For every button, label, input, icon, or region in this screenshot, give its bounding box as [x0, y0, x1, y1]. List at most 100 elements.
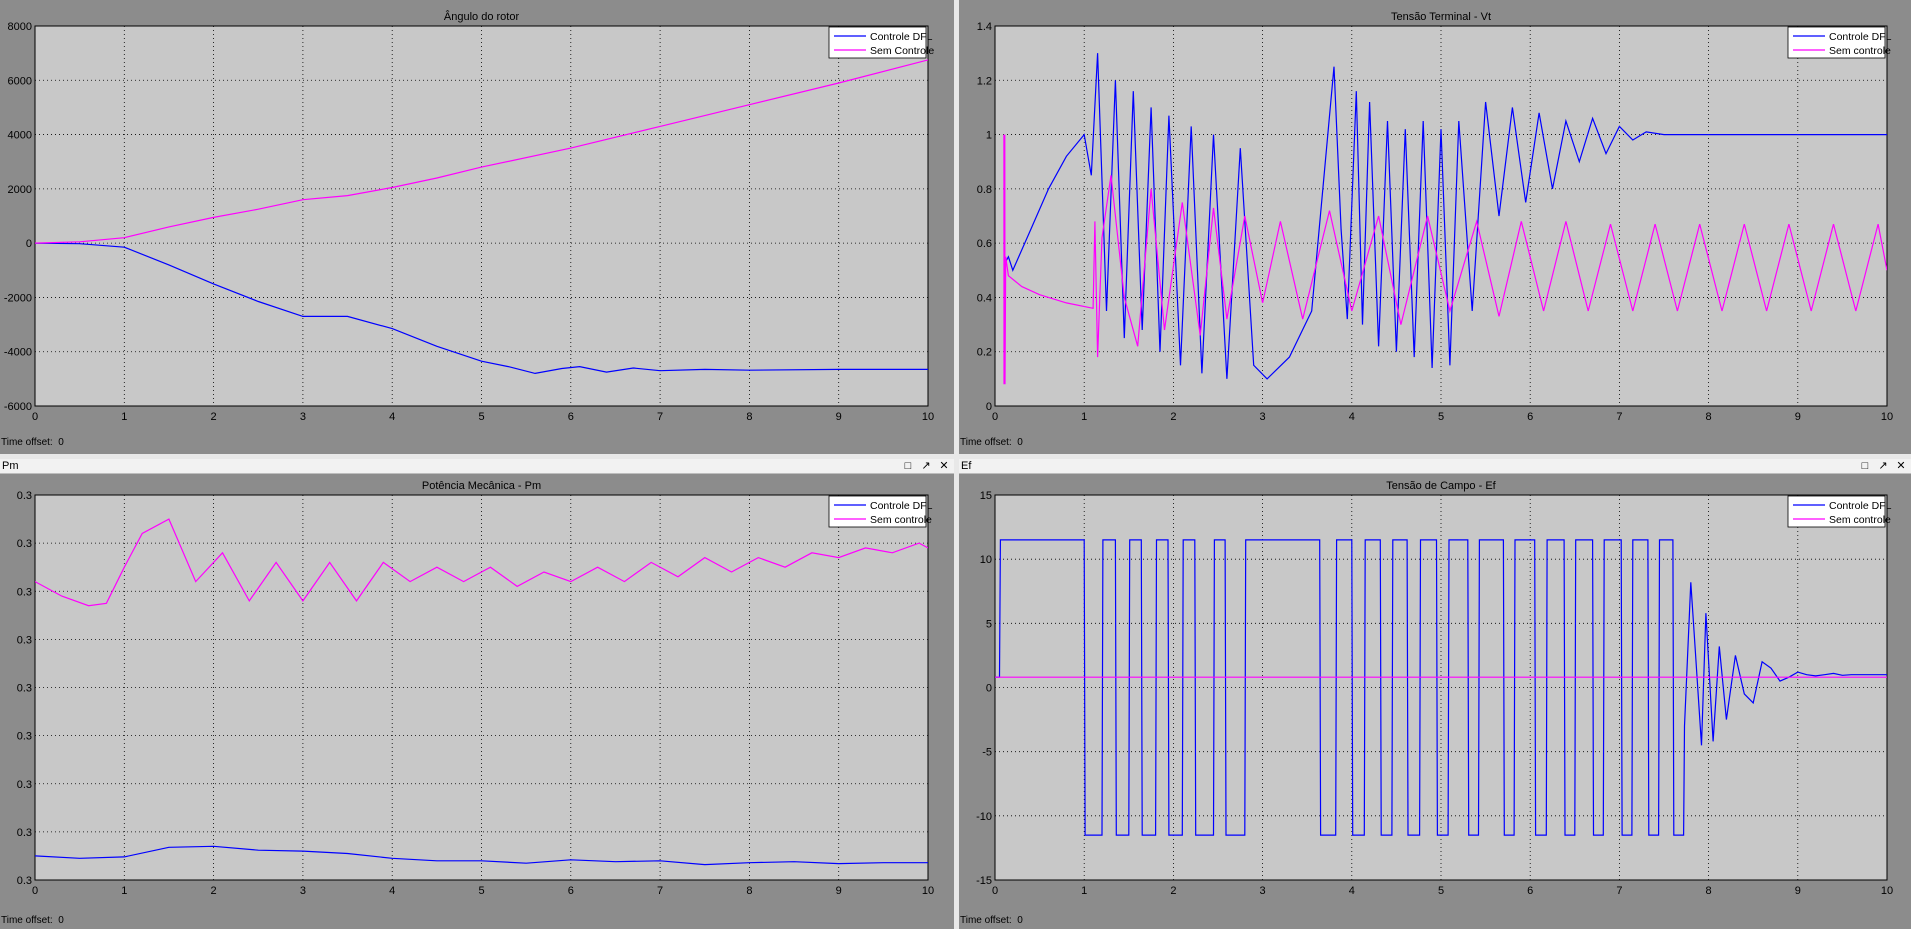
- x-tick-label: 4: [1349, 411, 1355, 423]
- window-titlebar: Ef □ ↗ ✕: [959, 459, 1911, 474]
- x-tick-label: 5: [478, 411, 484, 423]
- x-tick-label: 2: [1170, 411, 1176, 423]
- legend-label: Controle DFL: [870, 31, 933, 43]
- y-tick-label: 0.8: [977, 184, 992, 196]
- legend-label: Controle DFL: [1829, 31, 1892, 43]
- legend: Controle DFL Sem Controle: [828, 26, 934, 59]
- x-tick-label: 8: [1706, 411, 1712, 423]
- scope-window-pm: Pm □ ↗ ✕ Potência Mecânica - Pm 0 1 2 3 4 5 6 7 8…: [0, 459, 954, 929]
- legend-label: Sem controle: [1829, 45, 1891, 57]
- y-tick-label: -15: [976, 875, 992, 887]
- chart-title: Potência Mecânica - Pm: [422, 480, 541, 492]
- y-tick-label: 0: [26, 238, 32, 250]
- x-tick-label: 1: [1081, 411, 1087, 423]
- x-tick-label: 4: [389, 411, 395, 423]
- x-tick-label: 1: [121, 411, 127, 423]
- scope-window-terminal-voltage: Tensão Terminal - Vt 0 1 2 3 4 5 6 7 8 9 10 0 0.2 0.4 0…: [959, 0, 1911, 454]
- chart-field-voltage: Tensão de Campo - Ef 0 1 2 3 4 5 6 7 8 9 10 -15 -10 -5…: [976, 480, 1893, 897]
- x-tick-label: 10: [922, 885, 934, 897]
- y-tick-label: 0.4: [977, 292, 992, 304]
- y-tick-label: -5: [982, 747, 992, 759]
- time-offset-text: Time offset: 0: [960, 437, 1023, 448]
- y-tick-label: 1.4: [977, 21, 992, 33]
- time-offset-text: Time offset: 0: [1, 437, 64, 448]
- time-offset-text: Time offset: 0: [1, 915, 64, 926]
- x-tick-label: 6: [1527, 411, 1533, 423]
- x-tick-label: 0: [992, 411, 998, 423]
- x-tick-label: 2: [1170, 885, 1176, 897]
- restore-icon[interactable]: □: [1859, 459, 1871, 473]
- y-tick-label: 0.3: [17, 538, 32, 550]
- x-tick-label: 3: [1260, 885, 1266, 897]
- x-tick-label: 10: [1881, 411, 1893, 423]
- x-tick-label: 2: [211, 885, 217, 897]
- x-tick-label: 9: [836, 411, 842, 423]
- chart-mechanical-power: Potência Mecânica - Pm 0 1 2 3 4 5 6 7 8 9 10 0.3 0.3…: [17, 480, 934, 897]
- x-tick-label: 1: [1081, 885, 1087, 897]
- legend-label: Controle DFL: [870, 500, 933, 512]
- pane-divider-vertical[interactable]: [954, 0, 959, 929]
- x-tick-label: 0: [992, 885, 998, 897]
- restore-icon[interactable]: □: [902, 459, 914, 473]
- y-tick-label: 0.2: [977, 347, 992, 359]
- x-tick-label: 9: [836, 885, 842, 897]
- y-tick-label: 1: [986, 130, 992, 142]
- x-tick-label: 4: [1349, 885, 1355, 897]
- x-tick-label: 4: [389, 885, 395, 897]
- chart-title: Tensão de Campo - Ef: [1386, 480, 1496, 492]
- y-tick-label: 0.3: [17, 731, 32, 743]
- x-tick-label: 7: [1616, 411, 1622, 423]
- close-icon[interactable]: ✕: [1895, 459, 1907, 473]
- y-tick-label: 0.3: [17, 586, 32, 598]
- window-title: Pm: [2, 460, 19, 472]
- legend-label: Controle DFL: [1829, 500, 1892, 512]
- x-tick-label: 6: [1527, 885, 1533, 897]
- close-icon[interactable]: ✕: [938, 459, 950, 473]
- y-tick-label: -10: [976, 811, 992, 823]
- x-tick-label: 7: [657, 885, 663, 897]
- pane-divider-horizontal[interactable]: [0, 454, 1911, 459]
- y-tick-label: 0: [986, 401, 992, 413]
- legend: Controle DFL Sem controle: [1787, 26, 1892, 59]
- y-tick-label: 0.3: [17, 779, 32, 791]
- scope-window-rotor-angle: Ângulo do rotor 0 1 2 3 4 5 6 7 8 9 10 -6000 -4000 -20…: [0, 0, 954, 454]
- y-tick-label: -2000: [4, 292, 32, 304]
- window-titlebar: Pm □ ↗ ✕: [0, 459, 954, 474]
- x-tick-label: 8: [1706, 885, 1712, 897]
- y-tick-label: 0.6: [977, 238, 992, 250]
- legend: Controle DFL Sem controle: [1787, 495, 1892, 528]
- x-tick-label: 7: [657, 411, 663, 423]
- undock-icon[interactable]: ↗: [920, 459, 932, 473]
- chart-terminal-voltage: Tensão Terminal - Vt 0 1 2 3 4 5 6 7 8 9 10 0 0.2 0.4 0…: [977, 11, 1893, 423]
- y-tick-label: 5: [986, 618, 992, 630]
- x-tick-label: 5: [1438, 411, 1444, 423]
- x-tick-label: 8: [746, 885, 752, 897]
- y-tick-label: 0: [986, 683, 992, 695]
- legend: Controle DFL Sem controle: [828, 495, 933, 528]
- y-tick-label: -4000: [4, 347, 32, 359]
- x-tick-label: 0: [32, 885, 38, 897]
- y-tick-label: 2000: [8, 184, 32, 196]
- x-tick-label: 0: [32, 411, 38, 423]
- y-tick-label: 0.3: [17, 827, 32, 839]
- y-tick-label: 0.3: [17, 634, 32, 646]
- window-title: Ef: [961, 460, 972, 472]
- time-offset-text: Time offset: 0: [960, 915, 1023, 926]
- y-tick-label: 8000: [8, 21, 32, 33]
- x-tick-label: 10: [1881, 885, 1893, 897]
- y-tick-label: 0.3: [17, 875, 32, 887]
- chart-rotor-angle: Ângulo do rotor 0 1 2 3 4 5 6 7 8 9 10 -6000 -4000 -20…: [4, 10, 934, 423]
- y-tick-label: 15: [980, 490, 992, 502]
- chart-title: Ângulo do rotor: [444, 10, 520, 23]
- x-tick-label: 7: [1616, 885, 1622, 897]
- legend-label: Sem controle: [870, 514, 932, 526]
- x-tick-label: 9: [1795, 885, 1801, 897]
- x-tick-label: 9: [1795, 411, 1801, 423]
- x-tick-label: 5: [1438, 885, 1444, 897]
- x-tick-label: 8: [746, 411, 752, 423]
- y-tick-label: 10: [980, 554, 992, 566]
- x-tick-label: 6: [568, 411, 574, 423]
- legend-label: Sem controle: [1829, 514, 1891, 526]
- undock-icon[interactable]: ↗: [1877, 459, 1889, 473]
- y-tick-label: 0.3: [17, 490, 32, 502]
